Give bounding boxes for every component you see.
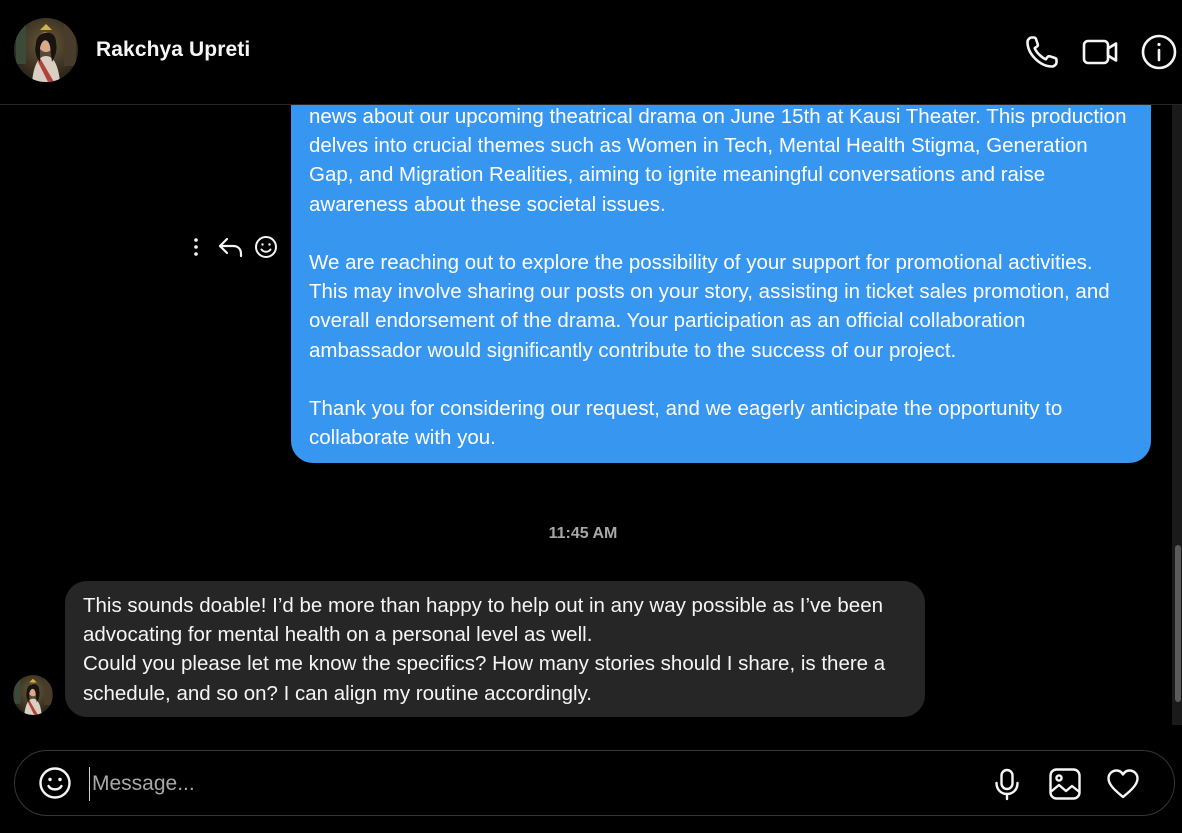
message-line: Could you please let me know the specifi… xyxy=(83,652,886,705)
microphone-icon[interactable] xyxy=(989,766,1025,802)
conversation-header: Rakchya Upreti xyxy=(0,0,1182,105)
outgoing-message-bubble[interactable]: news about our upcoming theatrical drama… xyxy=(291,105,1151,464)
incoming-message-bubble[interactable]: This sounds doable! I’d be more than hap… xyxy=(65,581,925,717)
profile-photo-icon xyxy=(14,18,78,82)
heart-icon[interactable] xyxy=(1105,766,1141,802)
profile-photo-icon xyxy=(13,675,53,715)
message-composer xyxy=(14,750,1175,816)
message-thread[interactable]: news about our upcoming theatrical drama… xyxy=(0,105,1182,730)
info-icon[interactable] xyxy=(1140,33,1178,71)
message-paragraph: news about our upcoming theatrical drama… xyxy=(309,105,1127,216)
sender-avatar[interactable] xyxy=(13,675,53,715)
smiley-icon[interactable] xyxy=(253,233,279,261)
message-timestamp: 11:45 AM xyxy=(548,525,618,542)
image-icon[interactable] xyxy=(1047,766,1083,802)
emoji-icon[interactable] xyxy=(38,766,72,800)
contact-avatar[interactable] xyxy=(14,18,78,82)
contact-name[interactable]: Rakchya Upreti xyxy=(96,38,250,62)
video-camera-icon[interactable] xyxy=(1081,33,1119,71)
vertical-dots-icon[interactable] xyxy=(188,233,204,261)
message-paragraph: We are reaching out to explore the possi… xyxy=(309,251,1110,362)
message-paragraph: Thank you for considering our request, a… xyxy=(309,397,1063,450)
message-line: This sounds doable! I’d be more than hap… xyxy=(83,594,884,647)
scrollbar-thumb[interactable] xyxy=(1175,545,1181,702)
phone-icon[interactable] xyxy=(1023,33,1061,71)
reply-arrow-icon[interactable] xyxy=(217,233,245,261)
direct-message-window: Rakchya Upreti news about our upcoming t… xyxy=(0,0,1182,833)
message-input[interactable] xyxy=(89,767,892,801)
